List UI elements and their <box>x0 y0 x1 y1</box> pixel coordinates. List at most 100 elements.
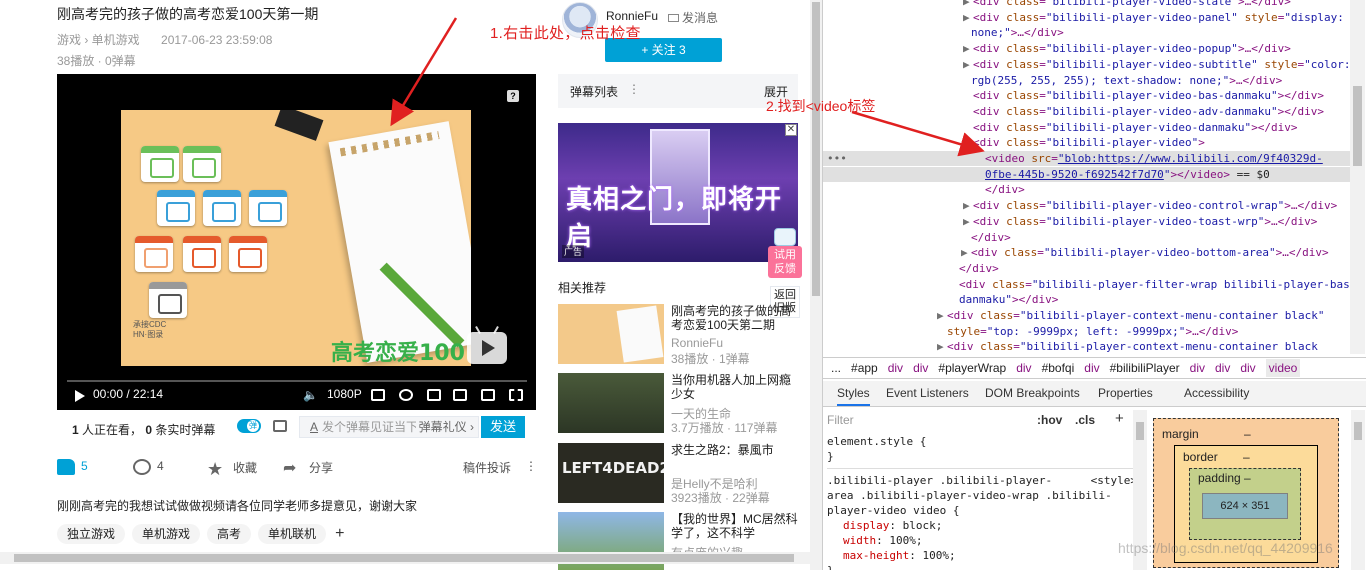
dom-node-line[interactable]: ▶ <div class="bilibili-player-context-men… <box>937 308 1325 323</box>
tab-dom-breakpoints[interactable]: DOM Breakpoints <box>985 386 1080 400</box>
breadcrumb-item[interactable]: #app <box>851 361 878 375</box>
video-frame[interactable]: 承接CDC HN·图录 高考恋爱100天 <box>121 110 471 366</box>
danmaku-settings-icon[interactable] <box>273 420 287 432</box>
breadcrumb-item[interactable]: #bilibiliPlayer <box>1110 361 1180 375</box>
pip-icon[interactable] <box>453 389 467 401</box>
new-rule-button[interactable]: + <box>1115 409 1124 429</box>
dom-node-line[interactable]: rgb(255, 255, 255); text-shadow: none;">… <box>961 73 1282 88</box>
share-button[interactable]: ➦ 分享 <box>283 459 333 477</box>
font-style-icon[interactable]: A <box>310 420 318 434</box>
loop-icon[interactable] <box>427 389 441 401</box>
filter-input[interactable]: Filter <box>827 413 854 427</box>
breadcrumb-item[interactable]: div <box>913 361 928 375</box>
dom-node-line[interactable]: </div> <box>961 230 1011 245</box>
expand-triangle-icon[interactable]: ▶ <box>963 0 973 9</box>
dom-node-line[interactable]: ▶ <div class="bilibili-player-video-popup… <box>963 41 1291 56</box>
breadcrumb-item[interactable]: div <box>1190 361 1205 375</box>
breadcrumb-item[interactable]: div <box>1016 361 1031 375</box>
tab-accessibility[interactable]: Accessibility <box>1184 386 1249 400</box>
related-title-text[interactable]: 刚高考完的孩子做的高考恋爱100天第二期 <box>671 304 799 332</box>
dom-node-line[interactable]: </div> <box>975 182 1025 197</box>
breadcrumb-item[interactable]: ... <box>831 361 841 375</box>
related-thumbnail[interactable] <box>558 304 664 364</box>
dom-node-line[interactable]: ▶ <div class="bilibili-player-context-men… <box>937 339 1318 354</box>
element-style-rule[interactable]: element.style { <box>827 434 1137 449</box>
fullscreen-icon[interactable] <box>509 389 523 401</box>
dom-node-line[interactable]: style="top: -9999px; left: -9999px;">…</… <box>937 324 1238 339</box>
expand-triangle-icon[interactable]: ▶ <box>963 41 973 56</box>
css-property[interactable]: display: block; <box>827 518 1137 533</box>
related-item[interactable]: 刚高考完的孩子做的高考恋爱100天第二期 RonnieFu 38播放 · 1弹幕 <box>558 304 804 366</box>
dom-node-line[interactable]: none;">…</div> <box>961 25 1064 40</box>
css-property[interactable]: width: 100%; <box>827 533 1137 548</box>
progress-bar[interactable] <box>67 380 527 382</box>
danmaku-list-menu-icon[interactable]: ⋮ <box>628 82 640 96</box>
video-category[interactable]: 游戏 › 单机游戏 <box>57 33 140 47</box>
expand-triangle-icon[interactable]: ▶ <box>937 308 947 323</box>
dom-node-line[interactable]: ▶ <div class="bilibili-player-video-subti… <box>963 57 1351 72</box>
tag-item[interactable]: 高考 <box>207 524 252 544</box>
selected-video-node[interactable]: 0fbe-445b-9520-f692542f7d70"></video> ==… <box>823 166 1350 182</box>
add-tag-button[interactable]: + <box>335 525 344 543</box>
dom-node-line[interactable]: ▶ <div class="bilibili-player-video-panel… <box>963 10 1344 25</box>
dom-node-line[interactable]: ▶ <div class="bilibili-player-video-contr… <box>963 198 1337 213</box>
related-uploader[interactable]: RonnieFu <box>671 336 723 350</box>
video-player[interactable]: 承接CDC HN·图录 高考恋爱100天 ? 00:00 / 22:14 🔈 1… <box>57 74 536 410</box>
dom-node-line[interactable]: <div class="bilibili-player-video-danmak… <box>963 120 1298 135</box>
danmaku-toggle-icon[interactable] <box>371 389 385 401</box>
feedback-button[interactable]: 试用 反馈 <box>768 228 802 278</box>
dom-node-line[interactable]: ▼ <div class="bilibili-player-video"> <box>963 135 1205 150</box>
send-danmaku-button[interactable]: 发送 <box>481 416 525 438</box>
hov-toggle[interactable]: :hov <box>1037 410 1062 430</box>
related-title-text[interactable]: 【我的世界】MC居然科学了，这不科学 <box>671 512 799 540</box>
expand-triangle-icon[interactable]: ▶ <box>963 57 973 72</box>
page-horizontal-scrollbar[interactable] <box>0 552 810 564</box>
dom-node-line[interactable]: danmaku"></div> <box>949 292 1058 307</box>
expand-triangle-icon[interactable]: ▶ <box>963 10 973 25</box>
uploader-name[interactable]: RonnieFu <box>606 9 658 23</box>
tab-properties[interactable]: Properties <box>1098 386 1153 400</box>
related-title-text[interactable]: 当你用机器人加上网瘾少女 <box>671 373 799 401</box>
tag-item[interactable]: 独立游戏 <box>57 524 126 544</box>
tag-item[interactable]: 单机联机 <box>258 524 327 544</box>
related-item[interactable]: LEFT4DEAD2 求生之路2：暴風市 是Helly不是哈利 3923播放 ·… <box>558 443 804 505</box>
rule-source-link[interactable]: <style> <box>1091 473 1137 488</box>
box-model-scrollbar[interactable] <box>1351 410 1365 570</box>
send-message-link[interactable]: 发消息 <box>668 9 718 26</box>
css-property[interactable]: max-height: 100%; <box>827 548 1137 563</box>
report-link[interactable]: 稿件投诉 <box>463 459 511 476</box>
expand-triangle-icon[interactable]: ▶ <box>937 339 947 354</box>
dom-node-line[interactable]: ▶ <div class="bilibili-player-video-toast… <box>963 214 1317 229</box>
help-icon[interactable]: ? <box>507 90 519 102</box>
dom-node-line[interactable]: <div class="bilibili-player-video-bas-da… <box>963 88 1324 103</box>
danmaku-switch[interactable] <box>237 419 261 433</box>
cls-toggle[interactable]: .cls <box>1075 410 1095 430</box>
page-scrollbar[interactable] <box>810 0 822 570</box>
breadcrumb-item[interactable]: div <box>1084 361 1099 375</box>
selected-video-node[interactable]: <video src="blob:https://www.bilibili.co… <box>823 151 1350 166</box>
related-thumbnail[interactable]: LEFT4DEAD2 <box>558 443 664 503</box>
volume-icon[interactable]: 🔈 <box>303 388 318 402</box>
expand-triangle-icon[interactable]: ▶ <box>961 245 971 260</box>
breadcrumb-item[interactable]: div <box>1215 361 1230 375</box>
tag-item[interactable]: 单机游戏 <box>132 524 201 544</box>
breadcrumb-item[interactable]: video <box>1265 359 1301 377</box>
dom-node-line[interactable]: <div class="bilibili-player-filter-wrap … <box>949 277 1356 292</box>
quality-selector[interactable]: 1080P <box>327 387 362 401</box>
elements-scrollbar[interactable] <box>1350 0 1365 354</box>
more-icon[interactable]: ⋮ <box>525 459 537 473</box>
node-menu-dots[interactable]: ••• <box>827 152 847 165</box>
related-title-text[interactable]: 求生之路2：暴風市 <box>671 443 799 457</box>
collect-button[interactable]: ★ 收藏 <box>207 459 257 478</box>
breadcrumb-item[interactable]: #bofqi <box>1042 361 1075 375</box>
breadcrumb-item[interactable]: div <box>1240 361 1255 375</box>
danmaku-input[interactable]: A 发个弹幕见证当下 弹幕礼仪 › <box>299 416 479 438</box>
collapse-triangle-icon[interactable]: ▼ <box>963 135 973 150</box>
expand-triangle-icon[interactable]: ▶ <box>963 198 973 213</box>
ad-close-icon[interactable]: ✕ <box>785 124 797 136</box>
dom-node-line[interactable]: <div class="bilibili-player-video-adv-da… <box>963 104 1324 119</box>
ad-banner[interactable]: 真相之门，即将开启 广告 <box>558 123 798 262</box>
breadcrumb-item[interactable]: div <box>888 361 903 375</box>
like-button[interactable]: 5 <box>57 459 88 475</box>
related-thumbnail[interactable] <box>558 373 664 433</box>
